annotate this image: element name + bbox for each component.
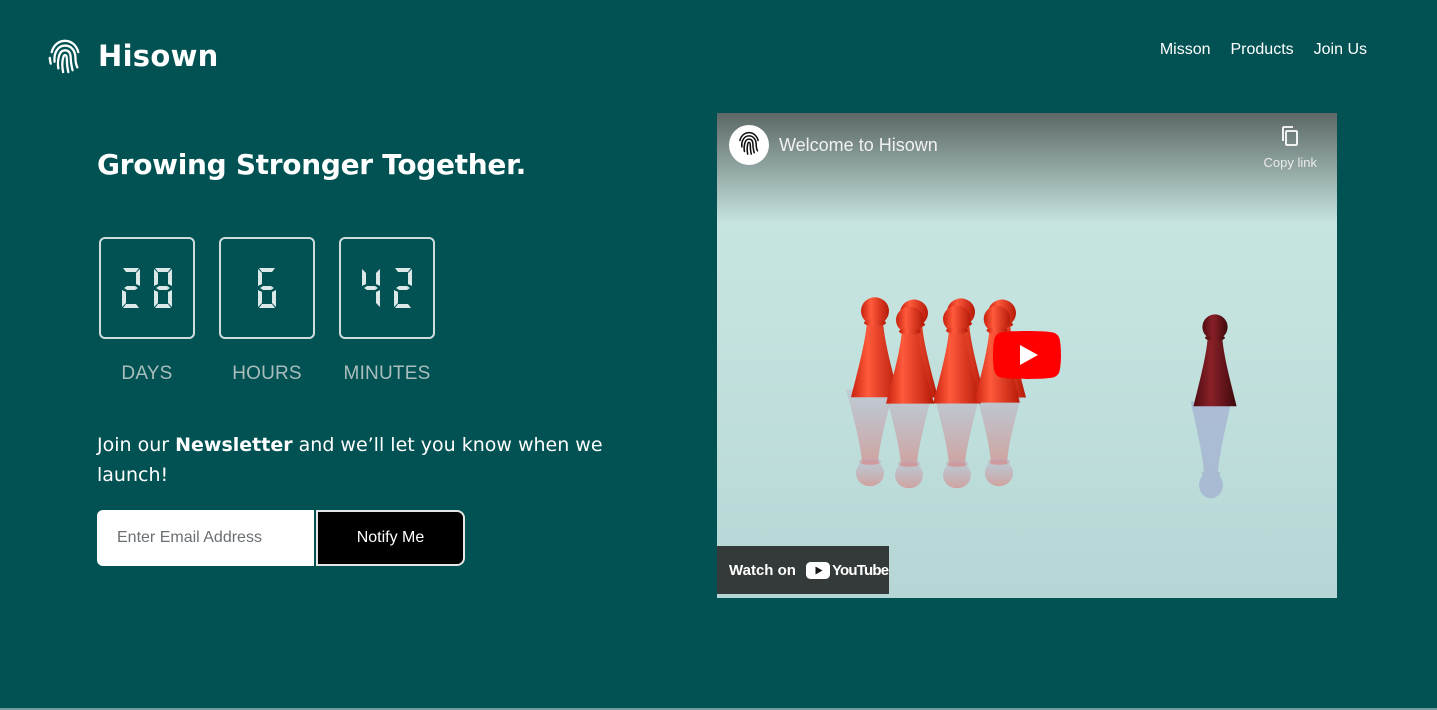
youtube-play-icon: [993, 331, 1061, 379]
dark-pawn-reflection: [1190, 401, 1232, 499]
brand-logo[interactable]: Hisown: [46, 37, 219, 75]
notify-me-button[interactable]: Notify Me: [316, 510, 465, 566]
digit-segment: [122, 290, 126, 307]
digit-segment: [156, 286, 170, 290]
pawn-reflections: [846, 389, 1023, 489]
main-nav: Misson Products Join Us: [1160, 40, 1367, 60]
digit-segment: [376, 290, 380, 307]
newsletter-text-before: Join our: [97, 434, 176, 456]
fingerprint-icon: [736, 130, 762, 160]
countdown-digit: [122, 268, 140, 308]
video-top-shade: [717, 113, 1337, 223]
youtube-icon: [805, 561, 830, 579]
digit-segment: [260, 286, 274, 290]
youtube-logo: YouTube: [805, 561, 889, 579]
digit-segment: [396, 286, 410, 290]
video-title[interactable]: Welcome to Hisown: [779, 135, 938, 156]
copy-link-button[interactable]: Copy link: [1264, 125, 1317, 170]
brand-name: Hisown: [98, 39, 219, 73]
email-input[interactable]: [97, 510, 314, 566]
digit-segment: [376, 269, 380, 286]
nav-link-products[interactable]: Products: [1231, 40, 1294, 60]
digit-segment: [155, 268, 171, 272]
countdown-minutes-value: [358, 267, 416, 309]
dark-pawn: [1193, 314, 1237, 407]
countdown-digit: [258, 268, 276, 308]
countdown-digit: [362, 269, 380, 307]
copy-icon: [1279, 125, 1301, 149]
youtube-wordmark: YouTube: [831, 561, 889, 579]
countdown-hours-box: [219, 237, 315, 339]
landing-page: Hisown Misson Products Join Us Growing S…: [0, 0, 1437, 710]
digit-segment: [154, 290, 158, 307]
nav-link-mission[interactable]: Misson: [1160, 40, 1211, 60]
countdown-timer: DAYS HOURS MINUTES: [99, 237, 435, 385]
watch-on-label: Watch on: [729, 561, 796, 579]
countdown-minutes-label: MINUTES: [343, 363, 431, 384]
digit-segment: [168, 290, 172, 307]
play-button[interactable]: [993, 331, 1061, 379]
digit-segment: [395, 268, 411, 272]
digit-segment: [272, 290, 276, 307]
digit-segment: [168, 269, 172, 286]
countdown-digit: [154, 268, 172, 308]
countdown-hours-value: [254, 267, 280, 309]
countdown-minutes: MINUTES: [339, 237, 435, 385]
digit-segment: [408, 269, 412, 286]
newsletter-text-bold: Newsletter: [175, 434, 293, 456]
channel-avatar[interactable]: [729, 125, 769, 165]
digit-segment: [394, 290, 398, 307]
countdown-days-label: DAYS: [121, 363, 173, 384]
copy-link-label: Copy link: [1263, 155, 1317, 170]
newsletter-form: Notify Me: [97, 510, 465, 566]
watch-on-youtube-button[interactable]: Watch on YouTube: [717, 546, 889, 594]
countdown-minutes-box: [339, 237, 435, 339]
digit-segment: [258, 290, 262, 307]
digit-segment: [155, 304, 171, 308]
digit-segment: [136, 269, 140, 286]
fingerprint-icon: [46, 37, 84, 75]
digit-segment: [154, 269, 158, 286]
countdown-hours-label: HOURS: [232, 363, 302, 384]
countdown-digit: [394, 268, 412, 308]
digit-segment: [123, 304, 139, 308]
digit-segment: [364, 286, 378, 290]
digit-segment: [124, 286, 138, 290]
countdown-days: DAYS: [99, 237, 195, 385]
page-headline: Growing Stronger Together.: [97, 148, 526, 181]
digit-segment: [123, 268, 139, 272]
countdown-days-value: [118, 267, 176, 309]
video-embed[interactable]: Welcome to Hisown Copy link Watch on You…: [717, 113, 1337, 598]
newsletter-text: Join our Newsletter and we’ll let you kn…: [97, 430, 637, 490]
countdown-days-box: [99, 237, 195, 339]
digit-segment: [259, 268, 275, 272]
digit-segment: [259, 304, 275, 308]
countdown-hours: HOURS: [219, 237, 315, 385]
digit-segment: [258, 269, 262, 286]
digit-segment: [395, 304, 411, 308]
digit-segment: [362, 269, 366, 286]
nav-link-join-us[interactable]: Join Us: [1314, 40, 1367, 60]
